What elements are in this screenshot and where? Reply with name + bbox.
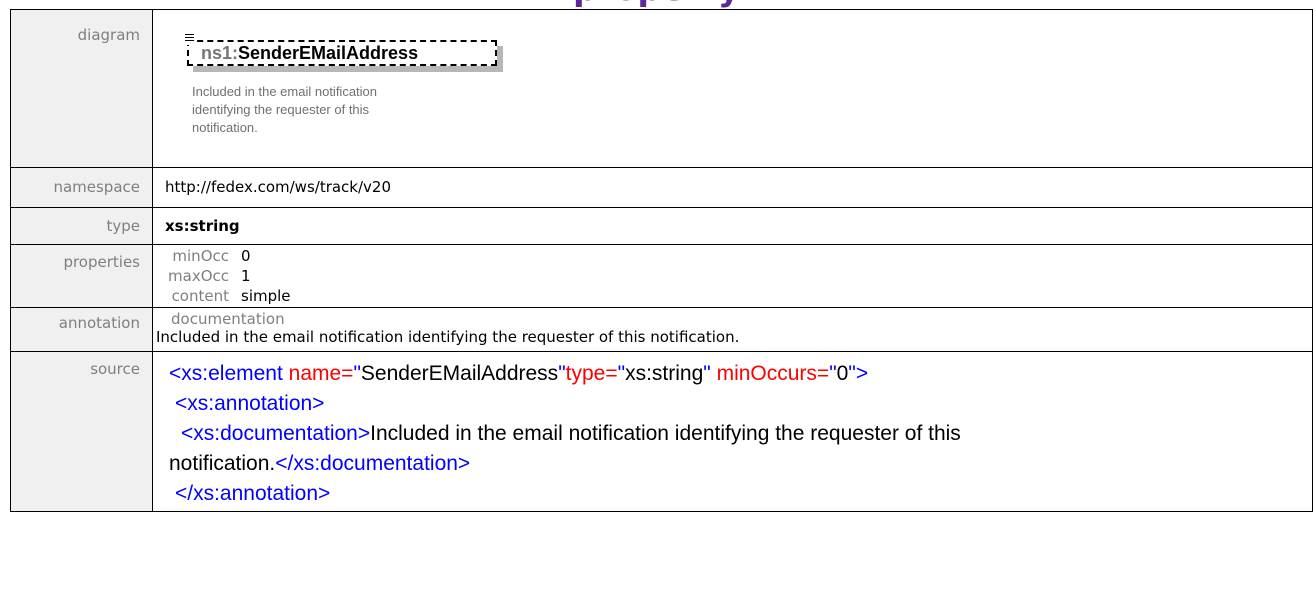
xml-tag-open: <xs:element [169,362,283,385]
xml-attr-value: SenderEMailAddress [360,362,559,385]
documentation-icon [184,33,196,45]
xml-attr: minOccurs= [710,362,830,385]
diagram-annotation-line: Included in the email notification [192,84,378,99]
type-row: type xs:string [10,207,1313,245]
xml-attr: type= [565,362,618,385]
source-line: <xs:element name="SenderEMailAddress"typ… [169,359,1312,389]
property-key: content [171,287,229,305]
property-row: maxOcc 1 [153,267,291,287]
source-line: </xs:annotation> [169,479,1312,509]
schema-diagram: ns1:SenderEMailAddress Included in the e… [184,33,507,158]
annotation-row: annotation documentation Included in the… [10,307,1313,352]
documentation-heading: documentation [171,310,285,328]
documentation-page: property diagram ns1:SenderEMailAddress … [0,0,1313,594]
xml-source-code: <xs:element name="SenderEMailAddress"typ… [169,359,1312,509]
diagram-cell: ns1:SenderEMailAddress Included in the e… [152,9,1313,168]
property-value: 1 [241,267,251,285]
xml-tag: </xs:annotation> [175,482,331,505]
xml-quote: " [829,362,837,385]
property-key: minOcc [172,247,229,265]
source-label: source [10,351,153,512]
properties-cell: minOcc 0 maxOcc 1 content simple [152,244,1313,308]
xml-attr-value: xs:string [625,362,704,385]
documentation-text: Included in the email notification ident… [156,328,740,346]
diagram-row: diagram ns1:SenderEMailAddress Included … [10,9,1313,168]
diagram-annotation-line: identifying the requester of this [192,102,370,117]
xml-text: notification. [169,452,276,475]
xml-tag: <xs:annotation> [175,392,325,415]
diagram-label: diagram [10,9,153,168]
xml-quote: " [353,362,361,385]
namespace-value: http://fedex.com/ws/track/v20 [152,167,1313,208]
properties-row: properties minOcc 0 maxOcc 1 content sim… [10,244,1313,308]
xml-quote: " [558,362,566,385]
properties-label: properties [10,244,153,308]
annotation-label: annotation [10,307,153,352]
element-prefix: ns1: [201,43,239,63]
type-label: type [10,207,153,245]
source-row: source <xs:element name="SenderEMailAddr… [10,351,1313,512]
diagram-annotation: Included in the email notification ident… [192,83,492,137]
property-row: content simple [153,287,291,307]
xml-text: Included in the email notification ident… [370,422,961,445]
xml-quote: " [703,362,711,385]
property-row: minOcc 0 [153,247,291,267]
xml-quote: " [617,362,626,385]
source-line: <xs:documentation>Included in the email … [169,419,1312,449]
xml-tag: </xs:documentation> [275,452,471,475]
xml-tag: <xs:documentation> [181,422,371,445]
diagram-element-box[interactable]: ns1:SenderEMailAddress [187,40,497,66]
element-documentation-table: diagram ns1:SenderEMailAddress Included … [10,9,1313,512]
page-title: property [0,0,1313,6]
namespace-label: namespace [10,167,153,208]
properties-table: minOcc 0 maxOcc 1 content simple [153,247,291,307]
source-line: <xs:annotation> [169,389,1312,419]
diagram-annotation-line: notification. [192,120,258,135]
xml-tag-close: "> [848,362,869,385]
property-value: 0 [241,247,251,265]
xml-attr-value: 0 [836,362,849,385]
property-key: maxOcc [168,267,229,285]
source-line: notification.</xs:documentation> [169,449,1312,479]
property-value: simple [241,287,291,305]
source-cell: <xs:element name="SenderEMailAddress"typ… [152,351,1313,512]
annotation-cell: documentation Included in the email noti… [152,307,1313,352]
element-name: SenderEMailAddress [238,43,419,63]
namespace-row: namespace http://fedex.com/ws/track/v20 [10,167,1313,208]
type-value-link[interactable]: xs:string [152,207,1313,245]
xml-attr: name= [282,362,354,385]
